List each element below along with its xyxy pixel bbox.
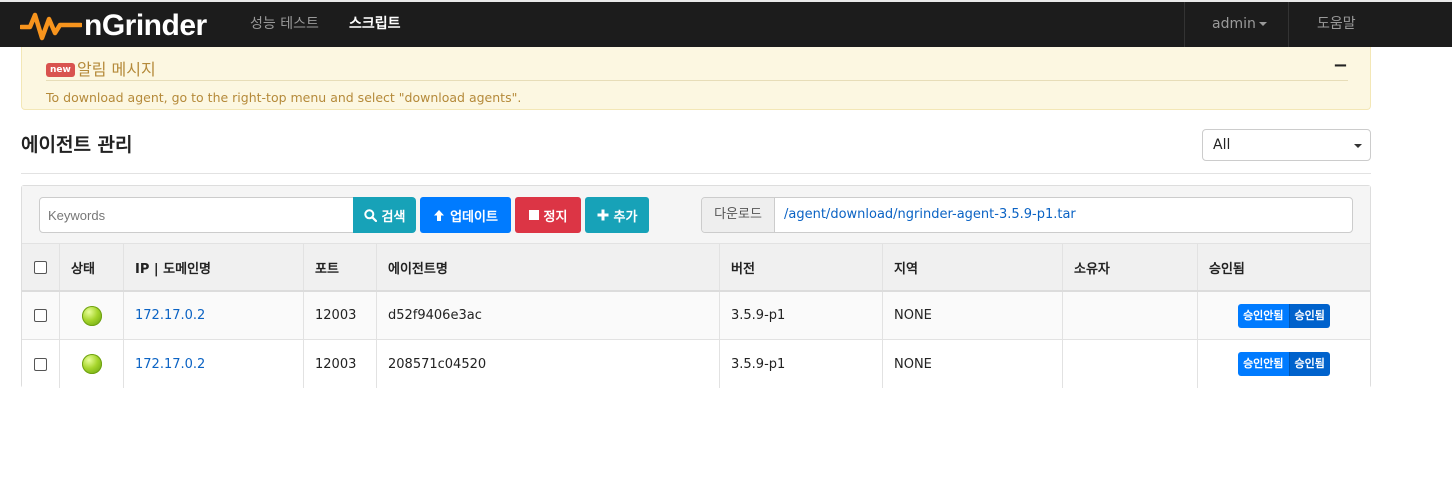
owner-cell	[1062, 292, 1197, 339]
agent-ip-link[interactable]: 172.17.0.2	[135, 308, 205, 323]
arrow-up-icon	[434, 209, 445, 221]
status-cell	[59, 292, 123, 339]
agent-ip-link[interactable]: 172.17.0.2	[135, 357, 205, 372]
region-cell: NONE	[882, 340, 1062, 388]
header-agent-name[interactable]: 에이전트명	[376, 244, 719, 290]
header-agent-name-label: 에이전트명	[388, 261, 448, 277]
brand-logo[interactable]: nGrinder	[20, 8, 207, 44]
alert-message: To download agent, go to the right-top m…	[46, 90, 522, 105]
header-region-label: 지역	[894, 261, 918, 277]
add-button[interactable]: 추가	[585, 197, 649, 233]
table-row: 172.17.0.2 12003 208571c04520 3.5.9-p1 N…	[22, 340, 1370, 388]
agent-name-cell: d52f9406e3ac	[376, 292, 719, 339]
chevron-down-icon	[1258, 22, 1267, 26]
header-ip-label: IP | 도메인명	[135, 261, 212, 277]
header-owner-label: 소유자	[1074, 261, 1110, 277]
approval-cell: 승인안됨 승인됨	[1197, 292, 1370, 339]
stop-icon	[528, 210, 539, 220]
port-cell: 12003	[303, 292, 376, 339]
header-status[interactable]: 상태	[59, 244, 123, 290]
search-button[interactable]: 검색	[353, 197, 416, 233]
search-icon	[363, 208, 377, 222]
header-port[interactable]: 포트	[303, 244, 376, 290]
pulse-logo-icon	[20, 12, 82, 41]
header-version[interactable]: 버전	[719, 244, 882, 290]
ip-cell: 172.17.0.2	[123, 340, 303, 388]
notice-alert: new 알림 메시지 − To download agent, go to th…	[21, 47, 1371, 110]
row-checkbox[interactable]	[34, 309, 47, 322]
header-version-label: 버전	[731, 261, 755, 277]
header-port-label: 포트	[315, 261, 339, 277]
update-button-label: 업데이트	[450, 209, 498, 225]
region-select[interactable]: All	[1202, 129, 1371, 161]
alert-divider	[46, 80, 1348, 81]
header-ip[interactable]: IP | 도메인명	[123, 244, 303, 290]
stop-button-label: 정지	[543, 209, 568, 225]
collapse-icon[interactable]: −	[1333, 55, 1348, 76]
disapprove-button[interactable]: 승인안됨	[1238, 303, 1289, 328]
alert-title: 알림 메시지	[77, 60, 156, 79]
status-online-icon	[81, 305, 102, 326]
port-cell: 12003	[303, 340, 376, 388]
nav-script[interactable]: 스크립트	[349, 2, 401, 47]
disapprove-button[interactable]: 승인안됨	[1238, 352, 1289, 376]
stop-button[interactable]: 정지	[515, 197, 581, 233]
header-approved[interactable]: 승인됨	[1197, 244, 1370, 290]
plus-icon	[597, 209, 609, 221]
approve-button[interactable]: 승인됨	[1288, 303, 1330, 328]
download-agent-link[interactable]: /agent/download/ngrinder-agent-3.5.9-p1.…	[784, 198, 1076, 232]
region-cell: NONE	[882, 292, 1062, 339]
row-select-cell	[22, 340, 59, 388]
header-divider	[21, 173, 1371, 174]
page-title: 에이전트 관리	[21, 134, 133, 156]
agent-toolbar: 검색 업데이트 정지 추가 다운로드 /agent/download/ngrin…	[22, 186, 1370, 244]
nav-divider	[1288, 2, 1289, 47]
header-approved-label: 승인됨	[1209, 261, 1245, 277]
header-owner[interactable]: 소유자	[1062, 244, 1197, 290]
status-online-icon	[81, 354, 102, 374]
nav-performance-test[interactable]: 성능 테스트	[250, 2, 319, 47]
agent-panel: 검색 업데이트 정지 추가 다운로드 /agent/download/ngrin…	[21, 185, 1371, 388]
nav-divider	[1184, 2, 1185, 47]
ip-cell: 172.17.0.2	[123, 292, 303, 339]
version-cell: 3.5.9-p1	[719, 292, 882, 339]
status-cell	[59, 340, 123, 388]
approval-cell: 승인안됨 승인됨	[1197, 340, 1370, 388]
update-button[interactable]: 업데이트	[420, 197, 511, 233]
table-row: 172.17.0.2 12003 d52f9406e3ac 3.5.9-p1 N…	[22, 292, 1370, 340]
search-input[interactable]	[39, 197, 354, 233]
download-group: 다운로드 /agent/download/ngrinder-agent-3.5.…	[701, 197, 1353, 233]
owner-cell	[1062, 340, 1197, 388]
chevron-down-icon	[1354, 144, 1362, 148]
header-status-label: 상태	[71, 261, 95, 277]
select-all-cell	[22, 244, 59, 290]
approve-button[interactable]: 승인됨	[1288, 352, 1330, 376]
row-select-cell	[22, 292, 59, 339]
select-all-checkbox[interactable]	[34, 260, 47, 274]
header-region[interactable]: 지역	[882, 244, 1062, 290]
approval-toggle: 승인안됨 승인됨	[1238, 303, 1330, 328]
table-header: 상태 IP | 도메인명 포트 에이전트명 버전 지역 소유자 승인됨	[22, 244, 1370, 292]
approval-toggle: 승인안됨 승인됨	[1238, 352, 1330, 376]
top-navbar: nGrinder 성능 테스트 스크립트 admin 도움말	[0, 0, 1452, 47]
add-button-label: 추가	[613, 209, 638, 225]
user-menu-label: admin	[1212, 16, 1256, 32]
new-badge: new	[46, 63, 75, 77]
user-menu[interactable]: admin	[1212, 2, 1267, 47]
row-checkbox[interactable]	[34, 357, 47, 371]
nav-help[interactable]: 도움말	[1317, 2, 1356, 47]
download-label: 다운로드	[702, 198, 775, 232]
brand-name: nGrinder	[84, 9, 207, 42]
region-select-value: All	[1213, 137, 1231, 153]
search-button-label: 검색	[381, 209, 406, 225]
agent-name-cell: 208571c04520	[376, 340, 719, 388]
version-cell: 3.5.9-p1	[719, 340, 882, 388]
